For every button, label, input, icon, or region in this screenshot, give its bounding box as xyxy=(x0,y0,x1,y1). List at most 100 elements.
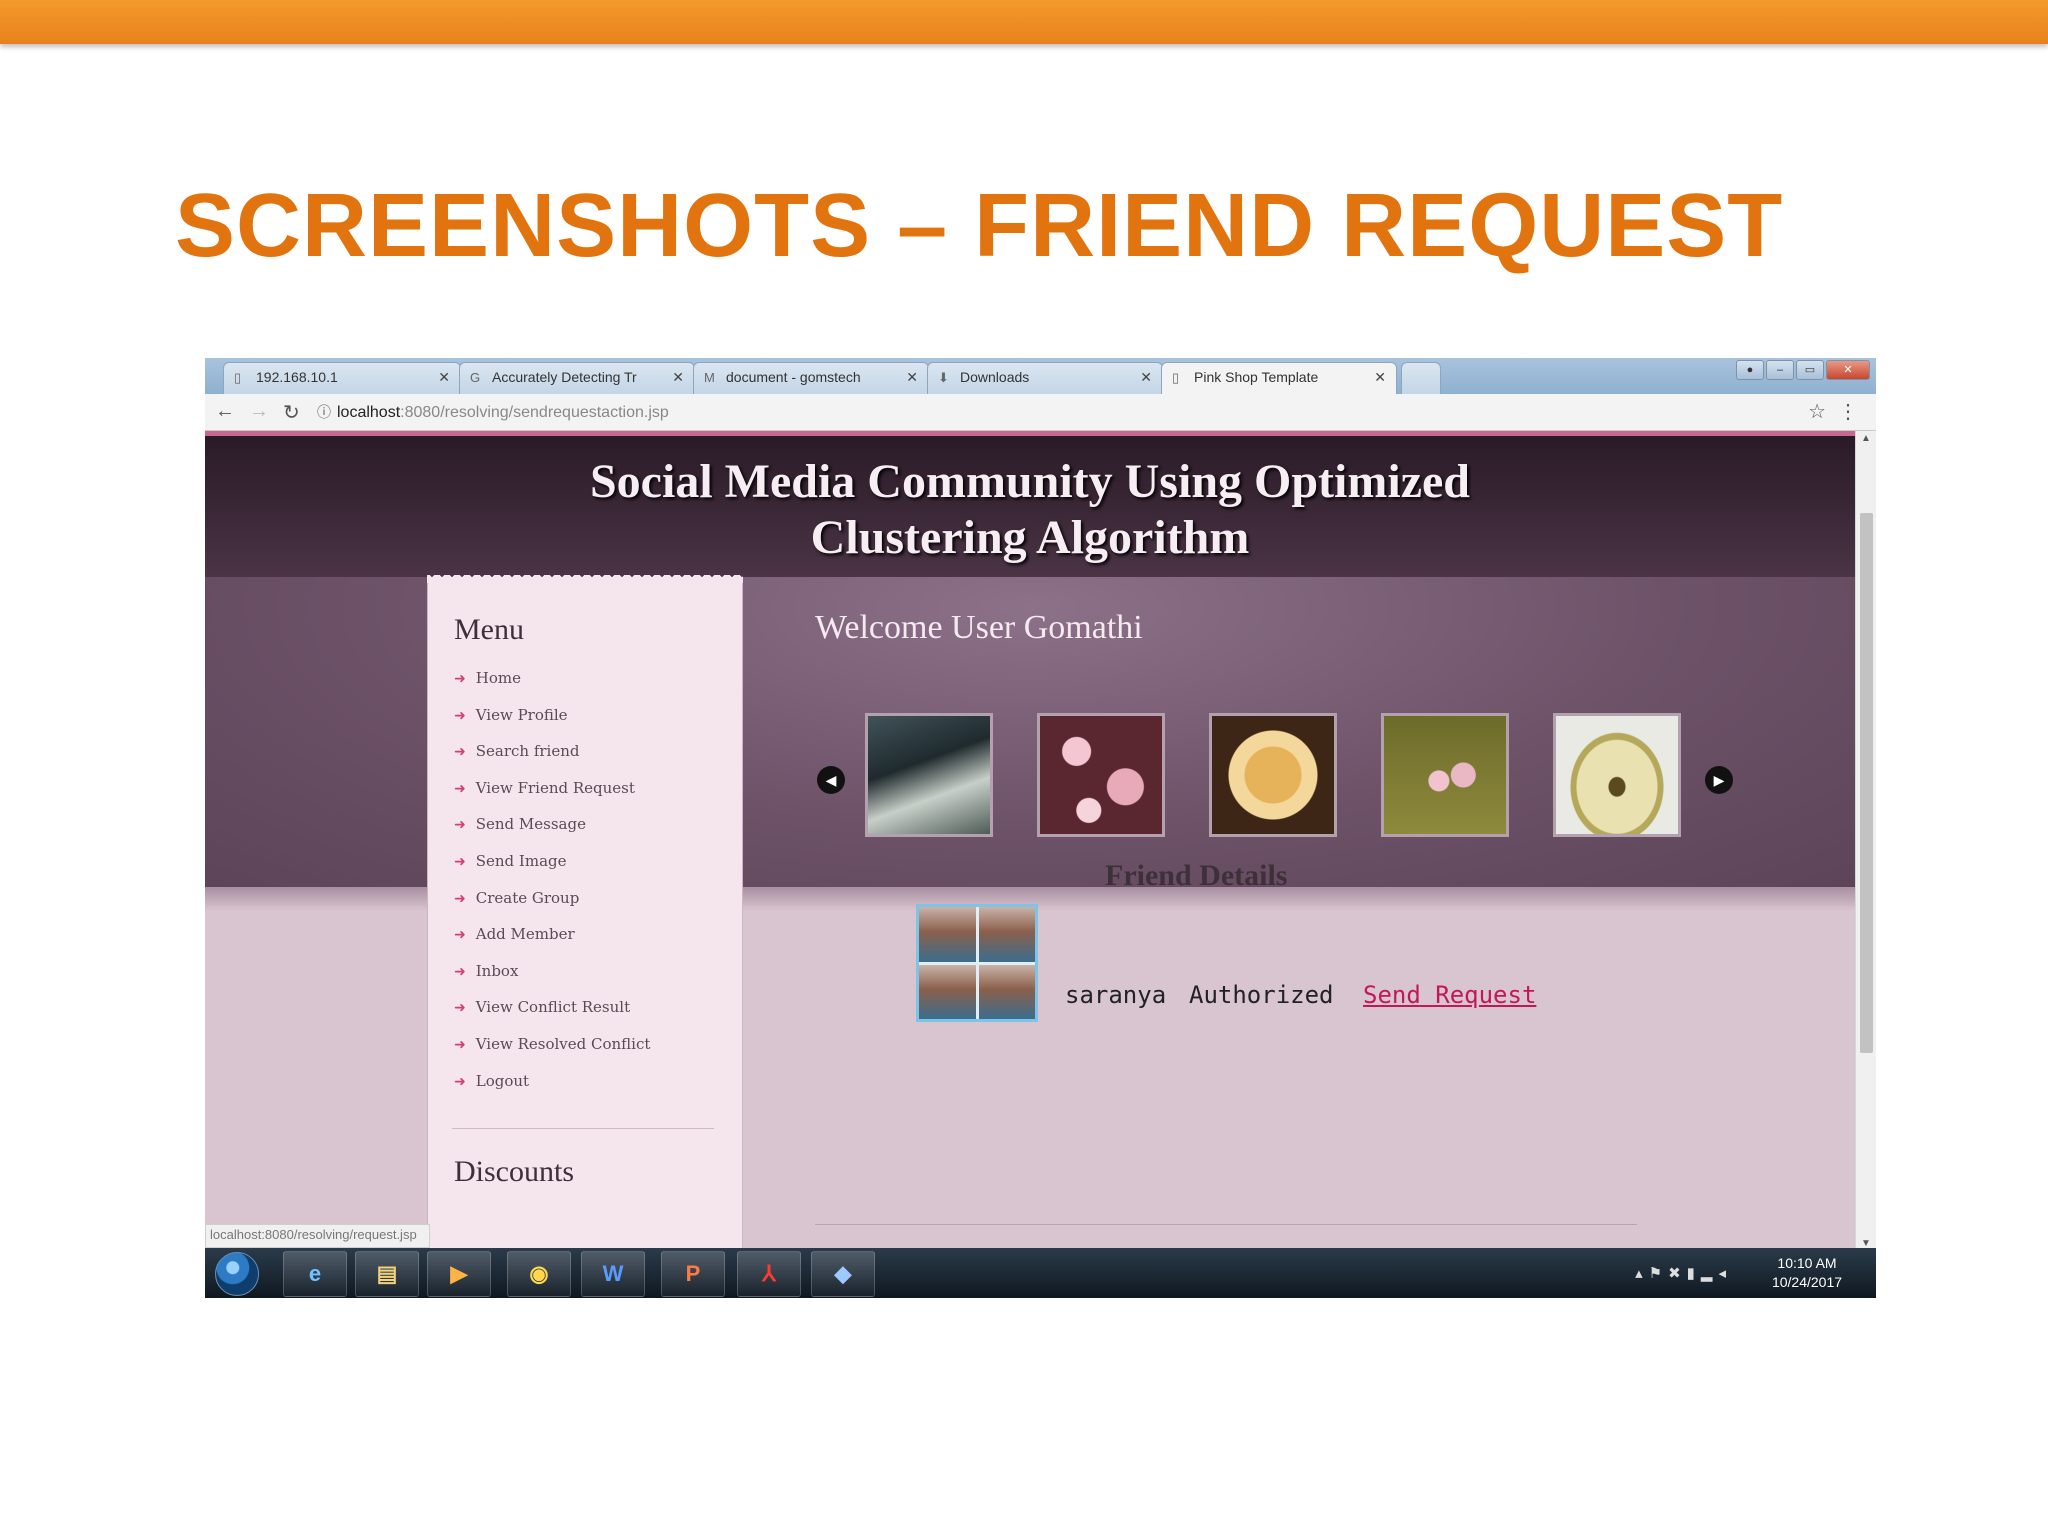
arrow-icon: ➜ xyxy=(454,671,466,687)
friend-avatar xyxy=(916,904,1038,1022)
site-title-line2: Clustering Algorithm xyxy=(810,511,1250,564)
arrow-icon: ➜ xyxy=(454,890,466,907)
close-tab-icon[interactable]: ✕ xyxy=(906,369,918,386)
web-page: Social Media Community Using Optimized C… xyxy=(205,431,1855,1251)
menu-item-search-friend[interactable]: ➜ Search friend xyxy=(454,742,650,779)
virtualbox-icon[interactable]: ◆ xyxy=(811,1251,875,1297)
site-header: Social Media Community Using Optimized C… xyxy=(205,436,1855,577)
reload-icon[interactable]: ↻ xyxy=(283,400,300,425)
arrow-icon: ➜ xyxy=(454,707,466,724)
gallery-thumb-blossoms[interactable] xyxy=(1037,713,1165,837)
site-title-line1: Social Media Community Using Optimized xyxy=(589,455,1470,508)
close-tab-icon[interactable]: ✕ xyxy=(672,369,684,386)
browser-tab[interactable]: G Accurately Detecting Tr ✕ xyxy=(459,362,695,394)
browser-screenshot: ▯ 192.168.10.1 ✕ G Accurately Detecting Tr… xyxy=(205,358,1876,1298)
menu-item-view-resolved-conflict[interactable]: ➜ View Resolved Conflict xyxy=(454,1035,650,1072)
powerpoint-icon[interactable]: P xyxy=(661,1251,725,1297)
menu-item-send-image[interactable]: ➜ Send Image xyxy=(454,852,650,889)
forward-icon[interactable]: → xyxy=(249,400,269,423)
maximize-icon[interactable]: ▭ xyxy=(1796,360,1824,380)
clock[interactable]: 10:10 AM 10/24/2017 xyxy=(1752,1254,1862,1292)
download-icon: ⬇ xyxy=(938,370,949,385)
gallery-thumb-coffee[interactable] xyxy=(1209,713,1337,837)
chrome-icon[interactable]: ◉ xyxy=(507,1251,571,1297)
user-icon[interactable]: ● xyxy=(1736,360,1764,380)
tab-label: Accurately Detecting Tr xyxy=(492,369,637,385)
welcome-text: Welcome User Gomathi xyxy=(815,609,1143,646)
url-field[interactable]: ⓘ localhost:8080/resolving/sendrequestact… xyxy=(317,398,1817,426)
tray-icons[interactable]: ▴⚑✖▮▂◂ xyxy=(1635,1264,1732,1282)
page-scrollbar[interactable]: ▲ ▼ xyxy=(1855,431,1876,1251)
avatar-tile xyxy=(978,907,1035,962)
scroll-up-icon[interactable]: ▲ xyxy=(1861,433,1871,444)
status-bar-url: localhost:8080/resolving/request.jsp xyxy=(205,1224,430,1248)
send-request-link[interactable]: Send Request xyxy=(1363,981,1536,1009)
arrow-icon: ➜ xyxy=(454,853,466,870)
close-tab-icon[interactable]: ✕ xyxy=(438,369,450,386)
sidebar: Menu ➜ Home ➜ View Profile ➜ Search friend … xyxy=(427,583,743,1251)
google-icon: G xyxy=(470,370,481,385)
file-explorer-icon[interactable]: ▤ xyxy=(355,1251,419,1297)
media-player-icon[interactable]: ▶ xyxy=(427,1251,491,1297)
browser-tab-active[interactable]: ▯ Pink Shop Template ✕ xyxy=(1161,362,1397,394)
carousel-prev-icon[interactable]: ◀ xyxy=(817,766,845,794)
menu-item-create-group[interactable]: ➜ Create Group xyxy=(454,889,650,926)
close-tab-icon[interactable]: ✕ xyxy=(1140,369,1152,386)
menu-item-home[interactable]: ➜ Home xyxy=(454,669,650,706)
menu-list: ➜ Home ➜ View Profile ➜ Search friend ➜ View… xyxy=(454,669,650,1108)
clock-date: 10/24/2017 xyxy=(1771,1274,1843,1290)
back-icon[interactable]: ← xyxy=(215,400,235,423)
gallery-thumb-orchid[interactable] xyxy=(1381,713,1509,837)
discounts-title: Discounts xyxy=(454,1155,574,1188)
avatar-tile xyxy=(919,964,976,1019)
slide-title: SCREENSHOTS – FRIEND REQUEST xyxy=(175,176,1784,276)
gallery-thumb-scooter[interactable] xyxy=(865,713,993,837)
menu-item-inbox[interactable]: ➜ Inbox xyxy=(454,962,650,999)
friend-details-title: Friend Details xyxy=(1105,859,1288,892)
menu-item-add-member[interactable]: ➜ Add Member xyxy=(454,925,650,962)
tab-label: 192.168.10.1 xyxy=(256,369,338,385)
gmail-icon: M xyxy=(704,370,715,385)
arrow-icon: ➜ xyxy=(454,780,466,797)
tab-strip: ▯ 192.168.10.1 ✕ G Accurately Detecting Tr… xyxy=(205,358,1876,394)
start-button[interactable] xyxy=(215,1252,259,1296)
arrow-icon: ➜ xyxy=(454,1073,466,1090)
word-icon[interactable]: W xyxy=(581,1251,645,1297)
menu-item-view-conflict-result[interactable]: ➜ View Conflict Result xyxy=(454,998,650,1035)
new-tab-button[interactable] xyxy=(1401,362,1441,394)
menu-item-view-friend-request[interactable]: ➜ View Friend Request xyxy=(454,779,650,816)
slide-top-band xyxy=(0,0,2048,44)
arrow-icon: ➜ xyxy=(454,817,466,834)
carousel-next-icon[interactable]: ▶ xyxy=(1705,766,1733,794)
internet-explorer-icon[interactable]: e xyxy=(283,1251,347,1297)
minimize-icon[interactable]: – xyxy=(1766,360,1794,380)
browser-tab[interactable]: ⬇ Downloads ✕ xyxy=(927,362,1163,394)
menu-kebab-icon[interactable]: ⋮ xyxy=(1838,399,1858,424)
scroll-thumb[interactable] xyxy=(1860,513,1873,1053)
info-icon: ⓘ xyxy=(317,404,331,420)
page-icon: ▯ xyxy=(234,370,242,385)
arrow-icon: ➜ xyxy=(454,1036,466,1053)
arrow-icon: ➜ xyxy=(454,963,466,980)
browser-tab[interactable]: Mdocument - gomstech ✕ xyxy=(693,362,929,394)
close-window-icon[interactable]: ✕ xyxy=(1826,360,1870,380)
windows-taskbar: e ▤ ▶ ◉ W P ⅄ ◆ ▴⚑✖▮▂◂ 10:10 AM 10/24/20… xyxy=(205,1248,1876,1298)
tab-label: document - gomstech xyxy=(726,369,861,385)
sidebar-divider xyxy=(452,1128,714,1129)
bookmark-star-icon[interactable]: ☆ xyxy=(1808,399,1826,424)
menu-item-view-profile[interactable]: ➜ View Profile xyxy=(454,706,650,743)
url-path: :8080/resolving/sendrequestaction.jsp xyxy=(400,404,669,421)
window-controls: ● – ▭ ✕ xyxy=(1736,360,1870,380)
close-tab-icon[interactable]: ✕ xyxy=(1374,369,1386,386)
content-divider xyxy=(815,1224,1637,1225)
site-title: Social Media Community Using Optimized C… xyxy=(205,454,1855,566)
menu-item-logout[interactable]: ➜ Logout xyxy=(454,1072,650,1109)
browser-tab[interactable]: ▯ 192.168.10.1 ✕ xyxy=(223,362,461,394)
friend-name: saranya xyxy=(1065,981,1167,1009)
menu-item-send-message[interactable]: ➜ Send Message xyxy=(454,815,650,852)
arrow-icon: ➜ xyxy=(454,744,466,761)
gallery-thumb-apple[interactable] xyxy=(1553,713,1681,837)
url-host: localhost xyxy=(337,404,401,421)
tab-label: Pink Shop Template xyxy=(1194,369,1319,385)
acrobat-icon[interactable]: ⅄ xyxy=(737,1251,801,1297)
